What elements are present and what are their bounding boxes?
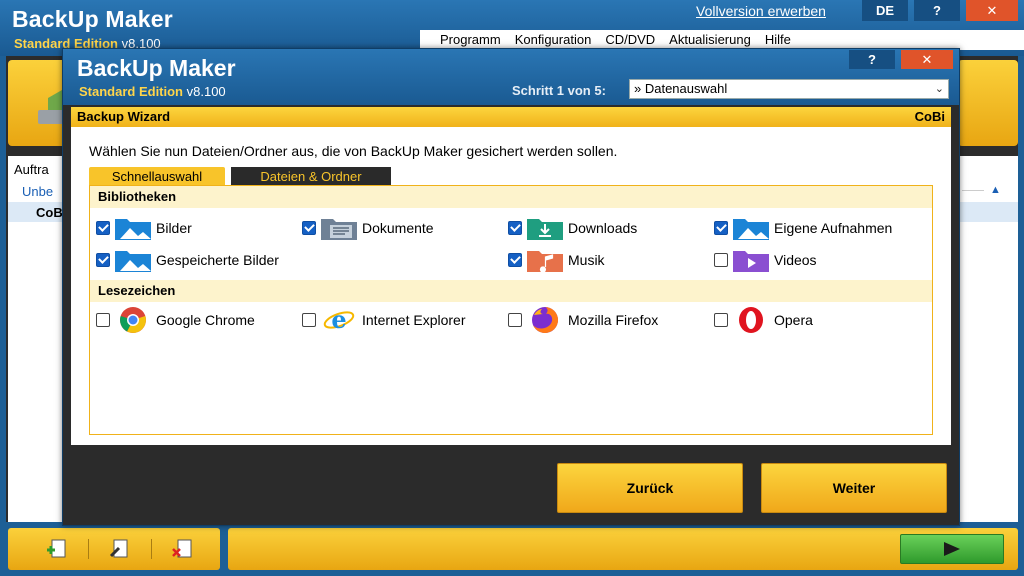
delete-job-icon[interactable] <box>162 535 204 563</box>
firefox-icon <box>526 306 564 334</box>
wizard-user: CoBi <box>914 109 945 124</box>
tab-files-folders[interactable]: Dateien & Ordner <box>231 167 391 185</box>
menu-hilfe[interactable]: Hilfe <box>765 32 791 47</box>
music-folder-icon <box>526 246 564 274</box>
edit-job-icon[interactable] <box>99 535 141 563</box>
tab-quick-selection[interactable]: Schnellauswahl <box>89 167 225 185</box>
main-app-title: BackUp Maker <box>12 6 173 32</box>
job-list-header: Auftra <box>14 162 49 177</box>
wizard-title: Backup Wizard <box>77 109 171 124</box>
library-option-videos[interactable]: Videos <box>714 246 817 274</box>
quick-selection-panel: Bibliotheken Bilder Dokumente Downloads … <box>89 185 933 435</box>
main-toolbar-left <box>8 60 68 146</box>
label-downloads: Downloads <box>568 220 638 236</box>
label-chrome: Google Chrome <box>156 312 255 328</box>
toolstrip-separator <box>151 539 152 559</box>
checkbox-internet-explorer[interactable] <box>302 313 316 327</box>
library-option-musik[interactable]: Musik <box>508 246 605 274</box>
checkbox-downloads[interactable] <box>508 221 522 235</box>
videos-folder-icon <box>732 246 770 274</box>
buy-full-version-link[interactable]: Vollversion erwerben <box>696 3 826 19</box>
bookmark-option-chrome[interactable]: Google Chrome <box>96 306 255 334</box>
label-firefox: Mozilla Firefox <box>568 312 659 328</box>
run-backup-button[interactable] <box>900 534 1004 564</box>
checkbox-videos[interactable] <box>714 253 728 267</box>
toolstrip-separator <box>88 539 89 559</box>
label-videos: Videos <box>774 252 817 268</box>
label-musik: Musik <box>568 252 605 268</box>
bookmarks-section-title: Lesezeichen <box>90 280 932 302</box>
bookmark-option-internet-explorer[interactable]: e Internet Explorer <box>302 306 466 334</box>
wizard-header: Backup Wizard CoBi <box>71 107 951 127</box>
dialog-help-button[interactable]: ? <box>849 50 895 69</box>
label-eigene-aufnahmen: Eigene Aufnahmen <box>774 220 893 236</box>
libraries-section-title: Bibliotheken <box>90 186 932 208</box>
main-help-button[interactable]: ? <box>914 0 960 21</box>
instruction-text: Wählen Sie nun Dateien/Ordner aus, die v… <box>89 143 618 159</box>
collapse-caret-icon[interactable]: ▲ <box>990 184 1001 196</box>
saved-pictures-folder-icon <box>114 246 152 274</box>
back-button[interactable]: Zurück <box>557 463 743 513</box>
checkbox-chrome[interactable] <box>96 313 110 327</box>
step-label: Schritt 1 von 5: <box>512 83 606 98</box>
checkbox-firefox[interactable] <box>508 313 522 327</box>
backup-wizard-dialog: BackUp Maker Standard Edition v8.100 ? ✕… <box>62 48 960 526</box>
step-select-value: » Datenauswahl <box>634 81 728 96</box>
play-icon <box>944 542 960 556</box>
main-close-button[interactable]: ✕ <box>966 0 1018 21</box>
job-list-item[interactable]: CoB <box>36 205 63 220</box>
checkbox-opera[interactable] <box>714 313 728 327</box>
menu-programm[interactable]: Programm <box>440 32 501 47</box>
dialog-version-text: v8.100 <box>186 84 226 99</box>
label-gespeicherte-bilder: Gespeicherte Bilder <box>156 252 279 268</box>
documents-folder-icon <box>320 214 358 242</box>
checkbox-dokumente[interactable] <box>302 221 316 235</box>
checkbox-musik[interactable] <box>508 253 522 267</box>
library-option-gespeicherte-bilder[interactable]: Gespeicherte Bilder <box>96 246 279 274</box>
hard-drive-icon <box>38 90 66 124</box>
dialog-titlebar: BackUp Maker Standard Edition v8.100 ? ✕… <box>63 49 959 105</box>
chrome-icon <box>114 306 152 334</box>
menu-konfiguration[interactable]: Konfiguration <box>515 32 592 47</box>
dialog-edition-label: Standard Edition v8.100 <box>79 84 226 99</box>
job-list-divider <box>962 190 984 191</box>
dialog-app-title: BackUp Maker <box>77 55 236 81</box>
main-toolbar-right <box>958 60 1018 146</box>
next-button[interactable]: Weiter <box>761 463 947 513</box>
internet-explorer-icon: e <box>320 306 358 334</box>
main-menu: Programm Konfiguration CD/DVD Aktualisie… <box>440 32 791 47</box>
library-option-eigene-aufnahmen[interactable]: Eigene Aufnahmen <box>714 214 892 242</box>
library-option-dokumente[interactable]: Dokumente <box>302 214 434 242</box>
checkbox-gespeicherte-bilder[interactable] <box>96 253 110 267</box>
library-option-bilder[interactable]: Bilder <box>96 214 192 242</box>
menu-aktualisierung[interactable]: Aktualisierung <box>669 32 751 47</box>
dialog-close-button[interactable]: ✕ <box>901 50 953 69</box>
job-list-group[interactable]: Unbe <box>22 184 53 199</box>
step-select[interactable]: » Datenauswahl ⌄ <box>629 79 949 99</box>
label-bilder: Bilder <box>156 220 192 236</box>
opera-icon <box>732 306 770 334</box>
dialog-edition-text: Standard Edition <box>79 84 183 99</box>
checkbox-bilder[interactable] <box>96 221 110 235</box>
bookmark-option-opera[interactable]: Opera <box>714 306 813 334</box>
label-opera: Opera <box>774 312 813 328</box>
library-option-downloads[interactable]: Downloads <box>508 214 637 242</box>
chevron-down-icon: ⌄ <box>934 83 944 95</box>
camera-roll-folder-icon <box>732 214 770 242</box>
svg-text:e: e <box>331 306 346 334</box>
menu-cd-dvd[interactable]: CD/DVD <box>605 32 655 47</box>
label-dokumente: Dokumente <box>362 220 434 236</box>
language-button[interactable]: DE <box>862 0 908 21</box>
downloads-folder-icon <box>526 214 564 242</box>
bookmark-option-firefox[interactable]: Mozilla Firefox <box>508 306 658 334</box>
wizard-body: Wählen Sie nun Dateien/Ordner aus, die v… <box>71 127 951 445</box>
label-internet-explorer: Internet Explorer <box>362 312 466 328</box>
add-job-icon[interactable] <box>36 535 78 563</box>
job-toolstrip <box>8 528 220 570</box>
checkbox-eigene-aufnahmen[interactable] <box>714 221 728 235</box>
pictures-folder-icon <box>114 214 152 242</box>
